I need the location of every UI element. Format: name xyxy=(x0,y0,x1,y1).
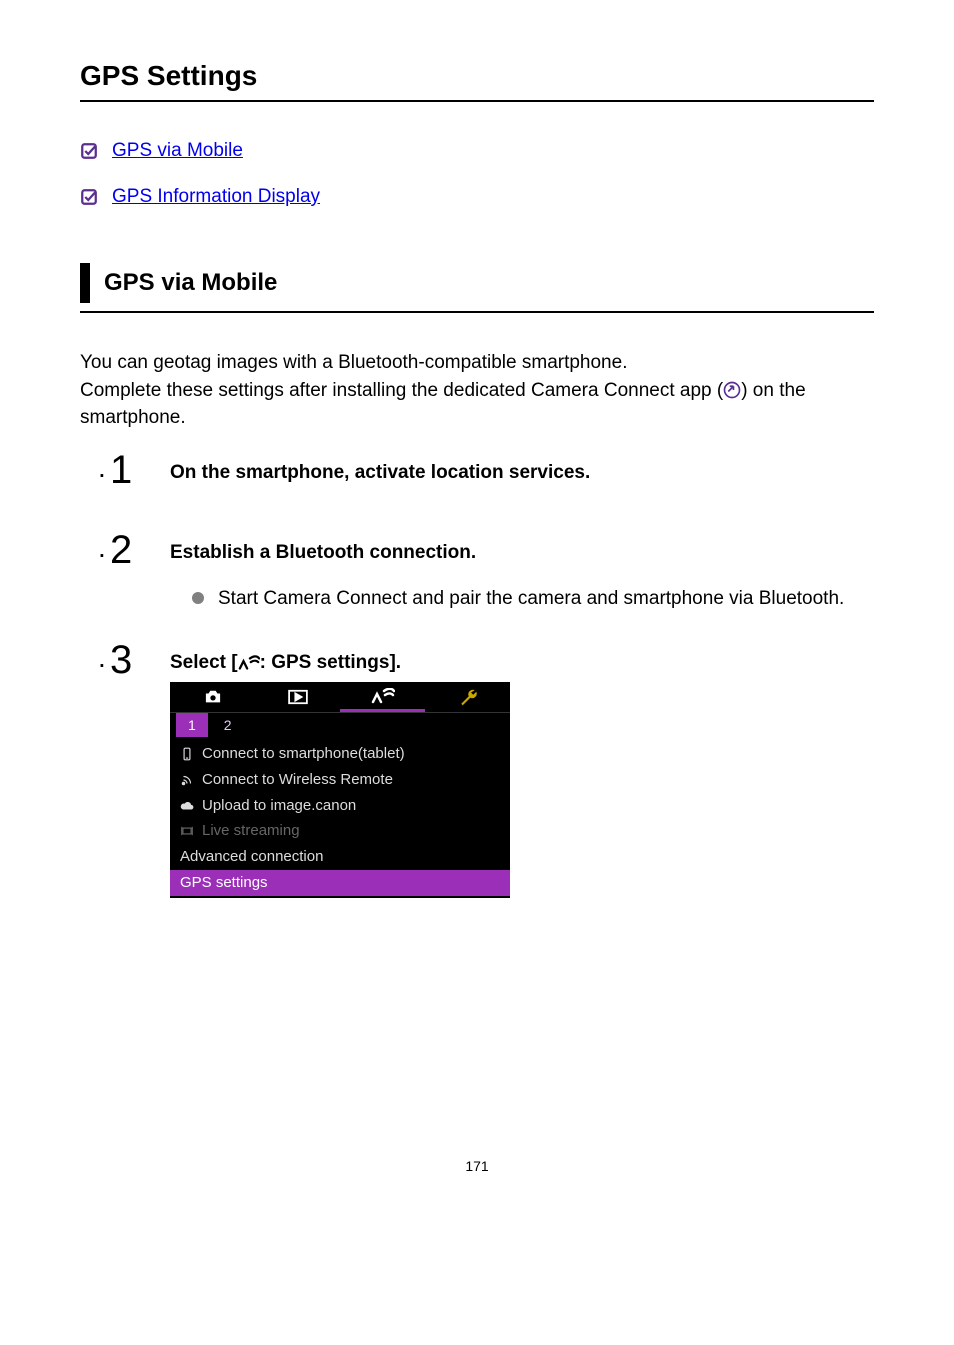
camera-subtab-row: 1 2 xyxy=(170,713,510,737)
camera-tab-setup xyxy=(425,682,510,712)
camera-item-label: Upload to image.canon xyxy=(202,795,356,817)
camera-subtab-1: 1 xyxy=(176,713,208,737)
step-number: 2. xyxy=(110,528,132,573)
check-box-icon xyxy=(80,142,98,160)
intro-line1: You can geotag images with a Bluetooth-c… xyxy=(80,352,627,373)
intro-line2a: Complete these settings after installing… xyxy=(80,380,723,401)
camera-item-smartphone: Connect to smartphone(tablet) xyxy=(170,741,510,767)
camera-item-label: Connect to smartphone(tablet) xyxy=(202,743,405,765)
camera-item-advanced: Advanced connection xyxy=(170,844,510,870)
camera-tab-wireless xyxy=(340,682,425,712)
step-1-title: On the smartphone, activate location ser… xyxy=(170,462,590,483)
step-1: 1. On the smartphone, activate location … xyxy=(170,462,874,502)
step-3: 3. Select [: GPS settings]. xyxy=(170,652,874,898)
camera-item-upload: Upload to image.canon xyxy=(170,793,510,819)
step-2-bullets: Start Camera Connect and pair the camera… xyxy=(192,586,874,613)
camera-menu-items: Connect to smartphone(tablet) Connect to… xyxy=(170,737,510,898)
camera-item-label: GPS settings xyxy=(180,872,268,894)
wireless-icon xyxy=(371,688,395,704)
toc-link-gps-info-display[interactable]: GPS Information Display xyxy=(112,186,320,208)
camera-item-label: Live streaming xyxy=(202,820,300,842)
step-number: 1. xyxy=(110,448,132,493)
section-rule xyxy=(80,311,874,313)
smartphone-icon xyxy=(180,747,194,761)
title-rule xyxy=(80,100,874,102)
toc-item: GPS Information Display xyxy=(80,186,874,208)
step-2-title: Establish a Bluetooth connection. xyxy=(170,542,476,563)
step3-prefix: Select [ xyxy=(170,652,238,673)
toc-item: GPS via Mobile xyxy=(80,140,874,162)
play-icon xyxy=(287,689,309,705)
intro-paragraph: You can geotag images with a Bluetooth-c… xyxy=(80,349,874,432)
camera-menu-screenshot: 1 2 Connect to smartphone(tablet) Connec… xyxy=(170,682,510,898)
page-title: GPS Settings xyxy=(80,60,874,92)
cloud-icon xyxy=(180,799,194,813)
remote-icon xyxy=(180,773,194,787)
step-2-bullet: Start Camera Connect and pair the camera… xyxy=(192,586,874,613)
section-bar xyxy=(80,263,90,303)
camera-item-gps-settings: GPS settings xyxy=(170,870,510,896)
wrench-icon xyxy=(459,688,477,706)
stream-icon xyxy=(180,824,194,838)
step-number: 3. xyxy=(110,638,132,683)
wireless-icon xyxy=(238,655,260,671)
steps-list: 1. On the smartphone, activate location … xyxy=(170,462,874,898)
step-2: 2. Establish a Bluetooth connection. Sta… xyxy=(170,542,874,613)
camera-item-wireless-remote: Connect to Wireless Remote xyxy=(170,767,510,793)
page-number: 171 xyxy=(80,1158,874,1174)
camera-tab-playback xyxy=(255,682,340,712)
toc-link-gps-via-mobile[interactable]: GPS via Mobile xyxy=(112,140,243,162)
camera-tab-shoot xyxy=(170,682,255,712)
external-ref-icon[interactable] xyxy=(723,381,741,399)
camera-item-livestream: Live streaming xyxy=(170,818,510,844)
camera-tab-row xyxy=(170,682,510,713)
camera-icon xyxy=(202,689,224,705)
camera-subtab-2: 2 xyxy=(212,713,244,737)
camera-item-label: Connect to Wireless Remote xyxy=(202,769,393,791)
section-header: GPS via Mobile xyxy=(80,263,874,303)
step3-suffix: : GPS settings]. xyxy=(260,652,401,673)
step-3-title: Select [ : GPS settings]. xyxy=(170,652,401,673)
section-title: GPS via Mobile xyxy=(104,269,277,297)
camera-item-label: Advanced connection xyxy=(180,846,323,868)
check-box-icon xyxy=(80,188,98,206)
